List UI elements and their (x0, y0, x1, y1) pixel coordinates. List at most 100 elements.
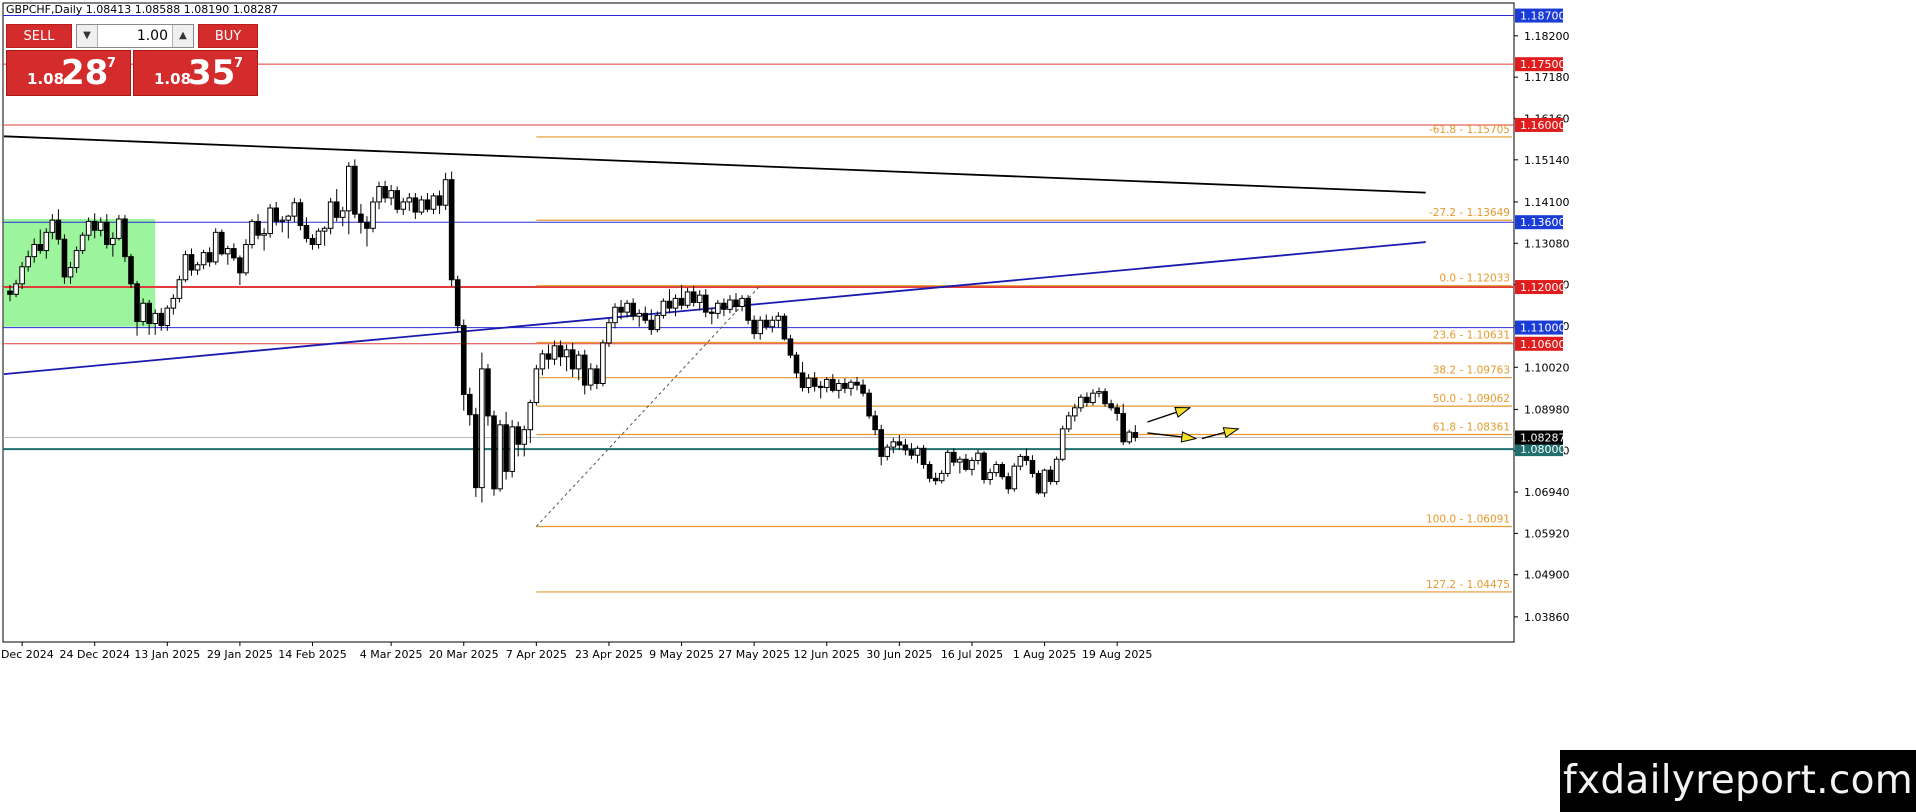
price-chart[interactable]: -61.8 - 1.15705 -27.2 - 1.13649 0.0 - 1.12… (0, 0, 1916, 812)
fibonacci-level-label: -27.2 - 1.13649 (1429, 207, 1510, 219)
candle-body (43, 231, 50, 252)
candle-body (1035, 472, 1042, 494)
candle-body (382, 186, 388, 199)
lot-increase-button[interactable]: ▲ (172, 25, 193, 47)
level-price-label: 1.08000 (1520, 443, 1566, 456)
candle-body (152, 312, 158, 325)
candle-body (400, 201, 407, 210)
candle-body (321, 227, 328, 232)
candle-body (739, 297, 745, 307)
candle-body (206, 252, 213, 263)
projection-arrow-head (1174, 406, 1192, 418)
x-axis-tick-label: 12 Jun 2025 (794, 648, 860, 661)
candle-body (473, 414, 479, 489)
candle-body (388, 190, 394, 199)
sell-price-box[interactable]: 1.08 28 7 (6, 50, 131, 96)
chart-window[interactable]: -61.8 - 1.15705 -27.2 - 1.13649 0.0 - 1.12… (0, 0, 1916, 812)
candle-body (91, 220, 98, 231)
candle-body (890, 441, 897, 448)
sell-button[interactable]: SELL (6, 24, 72, 48)
y-axis-tick-label: 1.08980 (1524, 403, 1570, 416)
trendline[interactable] (3, 135, 1426, 194)
candle-body (763, 319, 770, 328)
candle-body (1078, 396, 1084, 409)
candle-body (1047, 469, 1054, 483)
candle-body (775, 315, 782, 321)
candle-body (830, 378, 836, 391)
candle-body (333, 201, 340, 218)
candle-body (799, 372, 806, 389)
lot-size-stepper: ▼ ▲ (76, 24, 194, 48)
projection-arrow-head (1222, 427, 1240, 439)
candle-body (515, 426, 522, 445)
candle-body (648, 319, 655, 331)
level-price-label: 1.16000 (1520, 119, 1566, 132)
candle-body (218, 231, 225, 255)
candle-body (612, 306, 618, 324)
level-price-label: 1.13600 (1520, 216, 1566, 229)
candle-body (146, 302, 152, 325)
candle-body (690, 291, 697, 303)
candle-body (1072, 407, 1078, 417)
y-axis-tick-label: 1.18200 (1524, 30, 1570, 43)
lot-size-input[interactable] (98, 26, 172, 46)
candle-body (267, 207, 273, 235)
candle-body (581, 354, 588, 386)
candle-body (969, 459, 975, 470)
candle-body (624, 302, 630, 313)
buy-price-box[interactable]: 1.08 35 7 (133, 50, 258, 96)
fibonacci-level-label: 127.2 - 1.04475 (1426, 579, 1510, 591)
candle-body (793, 354, 800, 374)
candle-body (485, 368, 491, 417)
y-axis-tick-label: 1.17180 (1524, 71, 1570, 84)
x-axis-tick-label: 19 Aug 2025 (1082, 648, 1152, 661)
candle-body (122, 218, 128, 258)
x-axis-tick-label: 20 Mar 2025 (429, 648, 499, 661)
candle-body (1084, 396, 1090, 404)
projection-arrow-head (1180, 431, 1198, 443)
x-axis-tick-label: 1 Aug 2025 (1013, 648, 1076, 661)
candle-body (424, 199, 431, 210)
candle-body (13, 283, 19, 295)
candle-body (533, 368, 540, 404)
x-axis-tick-label: 6 Dec 2024 (0, 648, 54, 661)
candle-body (1132, 432, 1139, 438)
level-price-label: 1.12000 (1520, 281, 1566, 294)
candle-body (630, 302, 636, 317)
candle-body (938, 472, 945, 482)
candle-body (182, 254, 189, 281)
candle-body (1065, 415, 1072, 430)
level-price-label: 1.17500 (1520, 58, 1566, 71)
fibonacci-level-label: 23.6 - 1.10631 (1433, 330, 1510, 342)
candle-body (660, 300, 667, 316)
candle-body (158, 312, 165, 327)
candle-body (811, 377, 818, 387)
candle-body (460, 325, 467, 395)
candle-body (327, 201, 334, 229)
candle-body (654, 314, 661, 331)
candle-body (769, 319, 776, 328)
candle-body (364, 221, 370, 229)
y-axis-tick-label: 1.04900 (1524, 569, 1570, 582)
candle-body (1126, 431, 1133, 443)
candle-body (1017, 455, 1024, 467)
fibonacci-level-label: -61.8 - 1.15705 (1429, 124, 1510, 136)
buy-button[interactable]: BUY (198, 24, 258, 48)
candle-body (291, 202, 298, 217)
lot-decrease-button[interactable]: ▼ (77, 25, 98, 47)
candle-body (1005, 476, 1012, 490)
candle-body (309, 237, 316, 245)
candle-body (104, 221, 110, 245)
candle-body (1102, 391, 1108, 405)
candle-body (61, 238, 68, 278)
candle-body (1114, 407, 1120, 414)
candle-body (696, 294, 703, 303)
candle-body (606, 322, 612, 344)
candle-body (896, 441, 903, 446)
sell-price-fraction: 7 (107, 56, 117, 71)
candle-body (49, 219, 56, 233)
one-click-trading-panel: SELL ▼ ▲ BUY 1.08 28 7 1.08 35 7 (6, 24, 258, 96)
x-axis-tick-label: 14 Feb 2025 (278, 648, 346, 661)
candle-body (678, 297, 685, 306)
candle-body (134, 283, 140, 322)
